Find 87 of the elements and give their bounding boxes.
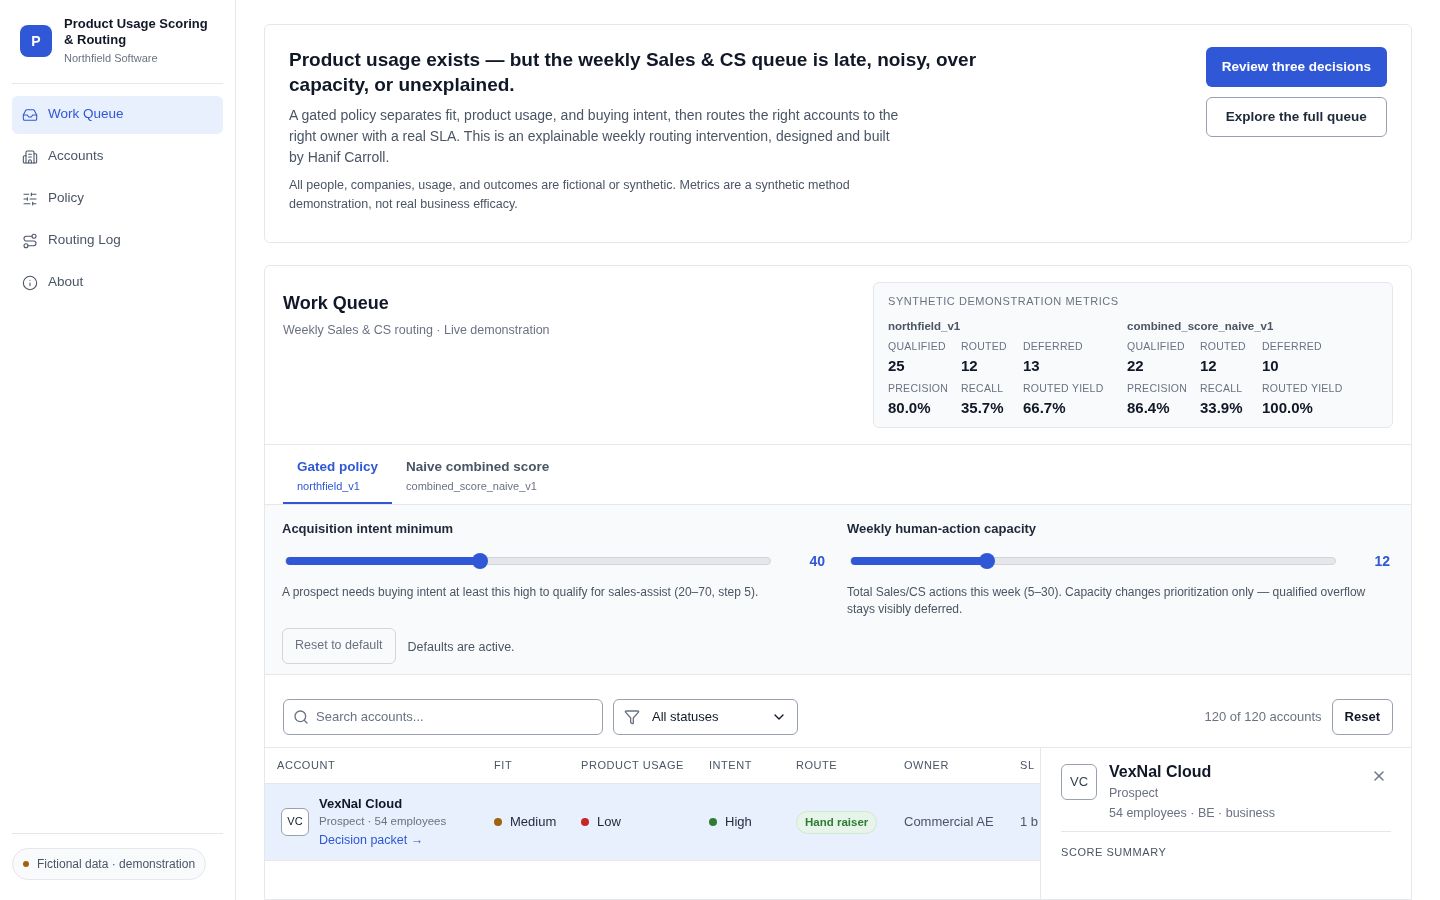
- slider-label: Weekly human-action capacity: [847, 520, 1038, 538]
- column-header: INTENT: [709, 757, 754, 773]
- table-cell-text: Low: [597, 812, 621, 831]
- metric-value: 12: [1200, 355, 1218, 376]
- footer-badge: Fictional data · demonstration: [12, 848, 207, 880]
- account-name: VexNal Cloud: [319, 794, 404, 813]
- route-tag: Hand raiser: [796, 810, 878, 835]
- metric-label: RECALL: [961, 381, 1005, 396]
- slider-value: 12: [1374, 551, 1390, 571]
- slider-label: Acquisition intent minimum: [282, 520, 455, 538]
- metric-value: 80.0%: [888, 397, 932, 418]
- metric-value: 35.7%: [961, 397, 1005, 418]
- metric-value: 86.4%: [1127, 397, 1171, 418]
- column-header: PRODUCT USAGE: [581, 757, 685, 773]
- metric-value: 25: [888, 355, 906, 376]
- section-title: Work Queue: [283, 292, 390, 315]
- app-logo: P: [20, 25, 52, 58]
- account-avatar: VC: [281, 807, 309, 836]
- metric-label: PRECISION: [888, 381, 950, 396]
- metric-label: QUALIFIED: [888, 338, 947, 354]
- disclaimer-text: All people, companies, usage, and outcomes are fictional or synthetic. Metrics are a synthetic method demonstration, not real business efficacy.: [289, 177, 851, 213]
- metric-value: 10: [1262, 355, 1280, 376]
- info-icon: [22, 274, 38, 291]
- intro-title: Product usage exists — but the weekly Sales & CS queue is late, noisy, over capacity, or unexplained.: [289, 48, 978, 97]
- detail-type: Prospect: [1109, 784, 1160, 802]
- slider-thumb[interactable]: [978, 553, 995, 569]
- metric-value: 66.7%: [1023, 397, 1067, 418]
- filter-icon: [624, 708, 640, 725]
- metric-value: 22: [1127, 355, 1145, 376]
- metric-value: 13: [1023, 355, 1041, 376]
- table-cell-text: Commercial AE: [904, 812, 995, 831]
- search-field[interactable]: Search accounts...: [283, 698, 603, 735]
- sliders-icon: [22, 190, 38, 207]
- column-header: FIT: [494, 757, 514, 773]
- account-meta: Prospect · 54 employees: [319, 814, 447, 830]
- metric-value: 33.9%: [1200, 397, 1244, 418]
- policy-tab[interactable]: Naive combined score combined_score_naive_v1: [392, 457, 564, 504]
- building-icon: [22, 148, 38, 165]
- metric-label: QUALIFIED: [1127, 338, 1186, 354]
- nav-item[interactable]: About: [12, 263, 223, 302]
- table-cell-text: High: [725, 812, 752, 831]
- metrics-heading: SYNTHETIC DEMONSTRATION METRICS: [888, 294, 1120, 309]
- company-name: Northfield Software: [64, 51, 159, 66]
- review-button[interactable]: Review three decisions: [1205, 47, 1387, 87]
- nav-item[interactable]: Work Queue: [12, 95, 223, 134]
- detail-title: VexNal Cloud: [1109, 761, 1213, 782]
- table-row[interactable]: VC VexNal Cloud Prospect · 54 employees Decision packet → Medium Low High Hand raiser Commercial AE 1 b: [265, 783, 1040, 861]
- search-icon: [293, 708, 309, 725]
- defaults-note: Defaults are active.: [407, 639, 515, 657]
- metric-label: ROUTED: [1200, 338, 1247, 354]
- slider-value: 40: [809, 551, 825, 571]
- metric-label: RECALL: [1200, 381, 1244, 396]
- inbox-icon: [22, 106, 38, 123]
- metric-label: ROUTED YIELD: [1023, 381, 1103, 396]
- nav-item[interactable]: Accounts: [12, 137, 223, 176]
- metric-label: DEFERRED: [1262, 338, 1323, 354]
- metric-label: ROUTED: [961, 338, 1008, 354]
- section-subtitle: Weekly Sales & CS routing · Live demonstration: [283, 322, 550, 339]
- column-header: SL: [1020, 757, 1036, 773]
- slider-help: Total Sales/CS actions this week (5–30). Capacity changes prioritization only — qualified overflow stays visibly deferred.: [847, 583, 1367, 618]
- policy-name: combined_score_naive_v1: [1127, 318, 1275, 334]
- policy-name: northfield_v1: [888, 318, 962, 334]
- column-header: OWNER: [904, 757, 950, 773]
- slider-thumb[interactable]: [471, 553, 488, 569]
- account-count: 120 of 120 accounts: [1204, 707, 1322, 726]
- app-title: Product Usage Scoring & Routing: [64, 16, 209, 48]
- metric-value: 12: [961, 355, 979, 376]
- slider-help: A prospect needs buying intent at least this high to qualify for sales-assist (20–70, step 5).: [282, 583, 760, 601]
- route-icon: [22, 232, 38, 249]
- metric-label: PRECISION: [1127, 381, 1189, 396]
- metric-label: DEFERRED: [1023, 338, 1084, 354]
- nav-item[interactable]: Policy: [12, 179, 223, 218]
- metric-label: ROUTED YIELD: [1262, 381, 1342, 396]
- table-cell-text: 1 b: [1020, 812, 1040, 831]
- column-header: ACCOUNT: [277, 757, 337, 773]
- account-avatar: VC: [1061, 763, 1097, 800]
- explore-button[interactable]: Explore the full queue: [1205, 97, 1387, 137]
- nav-item[interactable]: Routing Log: [12, 221, 223, 260]
- section-heading: SCORE SUMMARY: [1061, 845, 1168, 860]
- status-filter[interactable]: All statuses: [613, 698, 798, 735]
- decision-packet-link[interactable]: Decision packet →: [319, 830, 447, 850]
- metric-value: 100.0%: [1262, 397, 1314, 418]
- table-cell-text: Medium: [510, 812, 557, 831]
- column-header: ROUTE: [796, 757, 839, 773]
- intro-text: A gated policy separates fit, product usage, and buying intent, then routes the right accounts to the right owner with a real SLA. This is an explainable weekly routing intervention, designed and built by Hanif Carroll.: [289, 106, 899, 167]
- reset-button[interactable]: Reset: [1331, 698, 1393, 735]
- detail-meta: 54 employees · BE · business: [1109, 805, 1277, 823]
